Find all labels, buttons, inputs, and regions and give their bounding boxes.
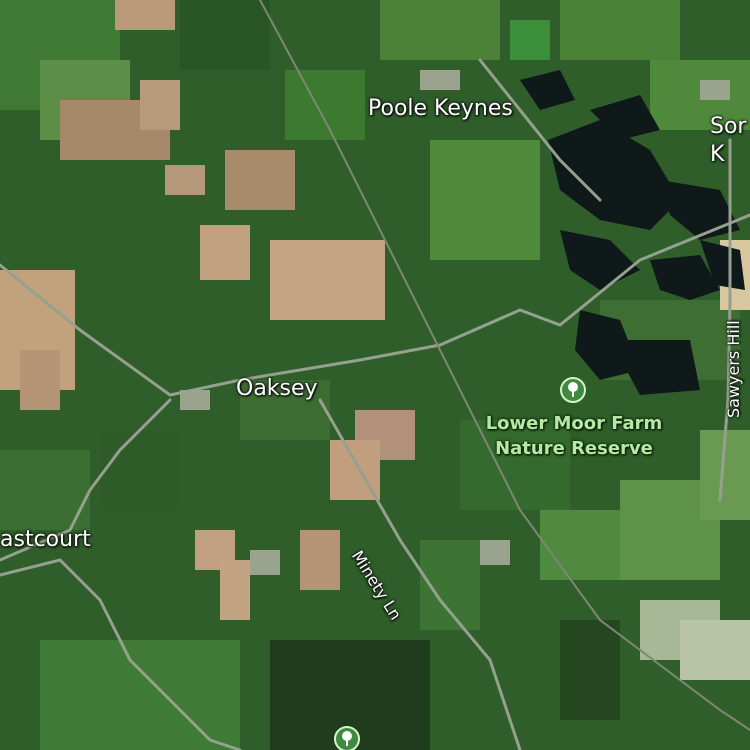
tree-icon[interactable] [334,726,360,750]
tree-icon[interactable] [560,377,586,403]
place-label-somerford-keynes: Sor K [710,114,747,167]
map-view[interactable]: Poole Keynes Sor K Oaksey astcourt Minet… [0,0,750,750]
poi-label-line1: Lower Moor Farm [485,413,663,434]
poi-label-lower-moor-farm[interactable]: Lower Moor Farm Nature Reserve [474,411,674,461]
place-label-eastcourt: astcourt [0,527,91,552]
poi-label-line2: Nature Reserve [495,438,653,459]
place-label-poole-keynes: Poole Keynes [368,96,513,121]
road-label-sawyers-hill: Sawyers Hill [724,320,743,418]
place-label-oaksey: Oaksey [236,376,318,401]
